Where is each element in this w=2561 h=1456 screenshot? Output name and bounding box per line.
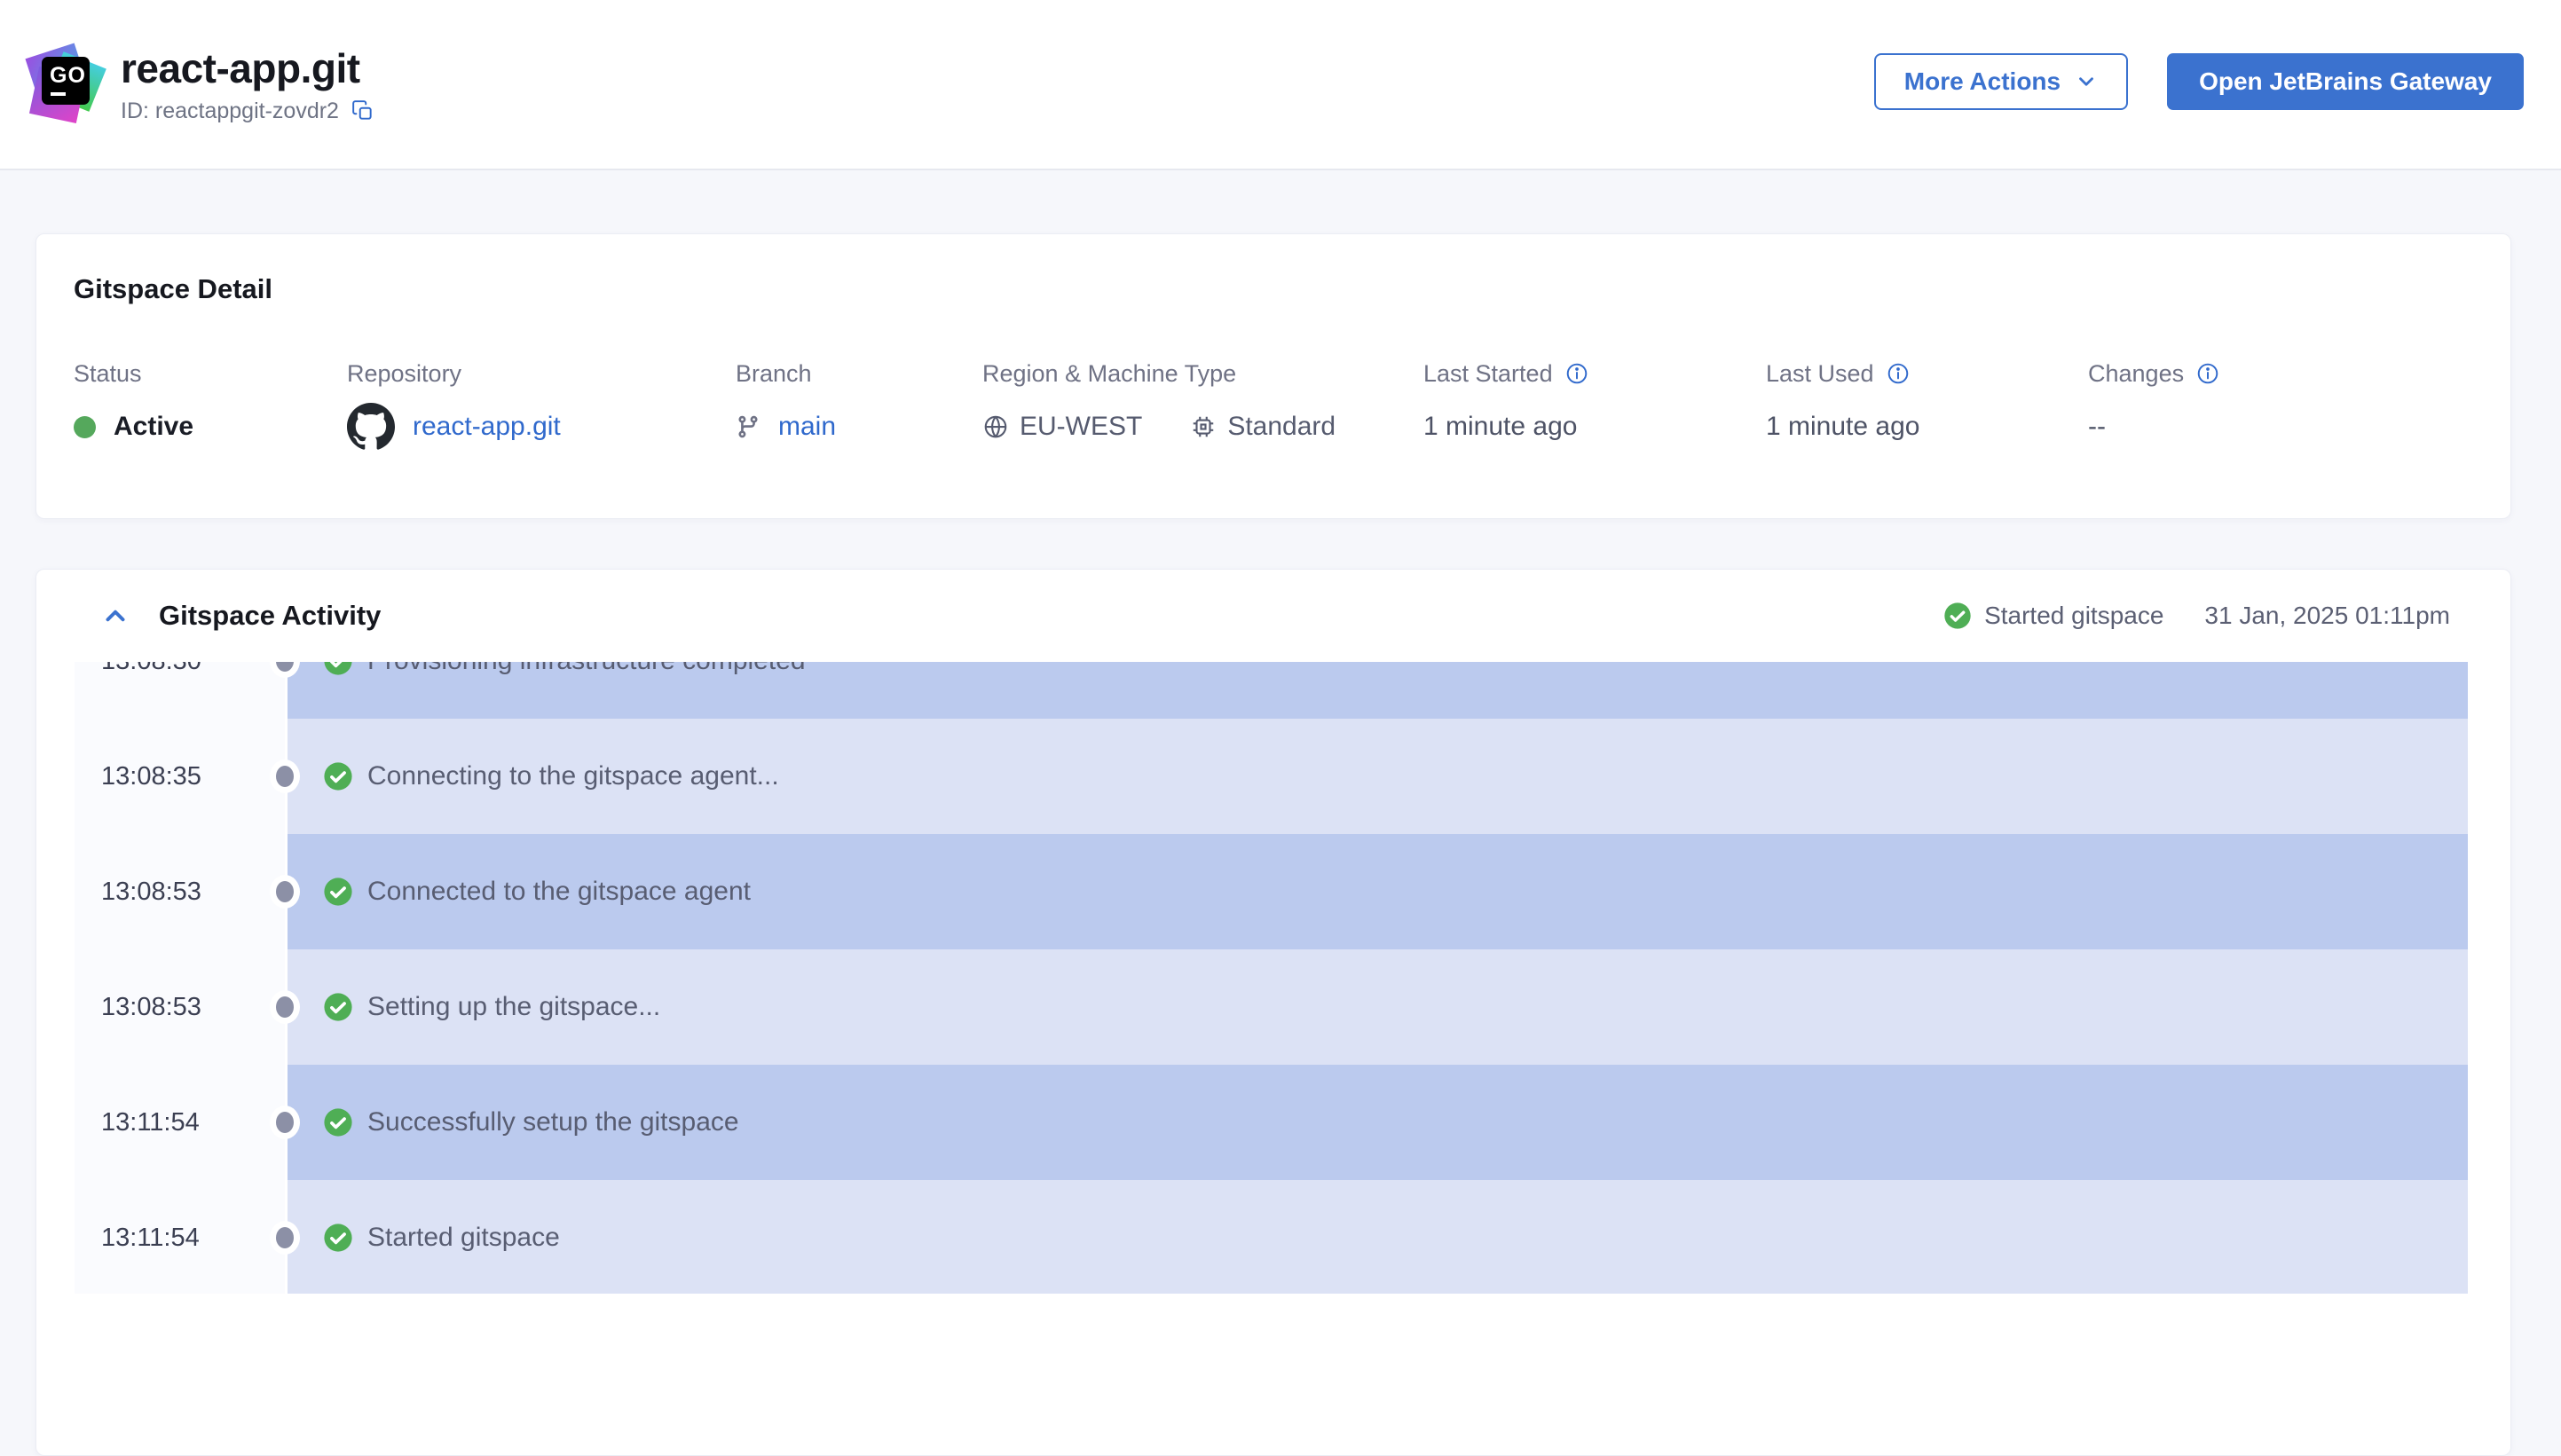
log-row: 13:08:53 Connected to the gitspace agent: [75, 834, 2468, 949]
status-value: Active: [114, 412, 194, 441]
activity-log[interactable]: 13:08:30 Provisioning infrastructure comp…: [75, 662, 2468, 1294]
page-title: react-app.git: [121, 45, 360, 91]
success-check-icon: [1943, 602, 1972, 630]
machine-type-icon: [1190, 413, 1217, 440]
field-label: Repository: [347, 359, 462, 387]
detail-field-last-used: Last Used 1 minute ago: [1766, 358, 1919, 453]
detail-field-region-machine-type: Region & Machine Type EU-WEST Standard: [982, 358, 1336, 453]
more-actions-button[interactable]: More Actions: [1873, 53, 2129, 110]
log-timestamp: 13:08:30: [75, 662, 285, 719]
detail-field-status: Status Active: [74, 358, 193, 453]
region-value: EU-WEST: [1020, 412, 1143, 441]
field-value: 1 minute ago: [1766, 412, 1920, 441]
success-check-icon: [323, 761, 353, 791]
log-row: 13:11:54 Successfully setup the gitspace: [75, 1065, 2468, 1180]
info-icon[interactable]: [1565, 362, 1588, 385]
git-branch-icon: [736, 414, 760, 439]
gitspace-id-label: ID: reactappgit-zovdr2: [121, 98, 339, 123]
repository-link[interactable]: react-app.git: [413, 412, 561, 442]
log-message: Connected to the gitspace agent: [367, 877, 751, 906]
branch-link[interactable]: main: [778, 412, 836, 442]
field-label: Branch: [736, 359, 812, 387]
detail-field-last-started: Last Started 1 minute ago: [1423, 358, 1588, 453]
log-timestamp: 13:08:53: [75, 949, 285, 1065]
info-icon[interactable]: [2196, 362, 2219, 385]
timeline-dot-icon: [270, 990, 300, 1024]
chevron-down-icon: [2075, 70, 2098, 93]
gitspace-detail-card: Gitspace Detail Status Active Repository re…: [35, 233, 2511, 519]
machine-type-value: Standard: [1227, 412, 1336, 441]
log-message: Setting up the gitspace...: [367, 992, 661, 1021]
log-timestamp: 13:08:53: [75, 834, 285, 949]
detail-field-changes: Changes --: [2088, 358, 2219, 453]
success-check-icon: [323, 662, 353, 676]
field-value: --: [2088, 412, 2106, 441]
activity-header: Gitspace Activity Started gitspace 31 Ja…: [36, 570, 2510, 662]
field-label: Last Started: [1423, 359, 1553, 387]
more-actions-label: More Actions: [1903, 67, 2061, 95]
log-row: 13:08:53 Setting up the gitspace...: [75, 949, 2468, 1065]
field-label: Changes: [2088, 359, 2185, 387]
status-dot-icon: [74, 415, 96, 438]
page-header: GO react-app.git ID: reactappgit-zovdr2 …: [0, 0, 2561, 170]
log-timestamp: 13:08:35: [75, 719, 285, 834]
log-message: Successfully setup the gitspace: [367, 1107, 739, 1137]
detail-card-title: Gitspace Detail: [74, 273, 272, 304]
info-icon[interactable]: [1887, 362, 1910, 385]
field-label: Last Used: [1766, 359, 1874, 387]
log-message: Connecting to the gitspace agent...: [367, 761, 779, 791]
log-timestamp: 13:11:54: [75, 1065, 285, 1180]
gitspace-activity-card: Gitspace Activity Started gitspace 31 Ja…: [35, 569, 2511, 1456]
success-check-icon: [323, 992, 353, 1022]
log-row: 13:08:35 Connecting to the gitspace agent…: [75, 719, 2468, 834]
copy-icon[interactable]: [351, 99, 374, 122]
globe-icon: [982, 413, 1009, 440]
goland-logo-text: GO: [42, 57, 90, 105]
timeline-dot-icon: [270, 1106, 300, 1139]
log-row: 13:11:54 Started gitspace: [75, 1180, 2468, 1294]
detail-field-repository: Repository react-app.git: [347, 358, 561, 453]
field-label: Region & Machine Type: [982, 359, 1237, 387]
timeline-dot-icon: [270, 1221, 300, 1255]
success-check-icon: [323, 1107, 353, 1137]
goland-logo-icon: GO: [25, 43, 106, 124]
success-check-icon: [323, 877, 353, 907]
activity-card-title: Gitspace Activity: [159, 600, 382, 631]
field-value: 1 minute ago: [1423, 412, 1578, 441]
detail-field-branch: Branch main: [736, 358, 836, 453]
timeline-dot-icon: [270, 759, 300, 793]
open-jetbrains-gateway-button[interactable]: Open JetBrains Gateway: [2167, 53, 2524, 110]
success-check-icon: [323, 1223, 353, 1253]
log-message: Started gitspace: [367, 1223, 560, 1252]
activity-status-time: 31 Jan, 2025 01:11pm: [2204, 602, 2450, 629]
log-timestamp: 13:11:54: [75, 1180, 285, 1294]
collapse-chevron-up-icon[interactable]: [100, 601, 130, 631]
log-row: 13:08:30 Provisioning infrastructure comp…: [75, 662, 2468, 719]
open-gateway-label: Open JetBrains Gateway: [2199, 67, 2492, 95]
field-label: Status: [74, 359, 142, 387]
timeline-dot-icon: [270, 875, 300, 909]
log-message: Provisioning infrastructure completed: [367, 662, 806, 676]
github-icon: [347, 403, 395, 451]
activity-status-text: Started gitspace: [1984, 602, 2164, 629]
